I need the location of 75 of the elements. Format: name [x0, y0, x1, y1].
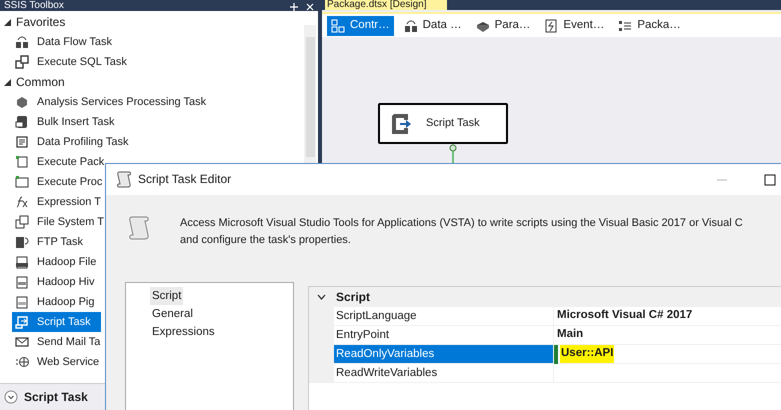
group-header[interactable]: Favorites — [16, 13, 66, 31]
toolbox-item[interactable]: Data Profiling Task — [12, 132, 129, 152]
task-icon — [15, 175, 29, 189]
task-icon — [15, 135, 29, 149]
property-value[interactable]: User::API — [560, 345, 614, 363]
toolbox-item[interactable]: FTP Task — [12, 232, 84, 252]
toolbox-item[interactable]: Bulk Insert Task — [12, 112, 114, 132]
maximize-icon — [764, 174, 776, 186]
task-icon — [15, 355, 29, 369]
toolbox-item[interactable]: Expression T — [12, 192, 101, 212]
task-icon — [15, 215, 29, 229]
toolbox-item[interactable]: Execute Proc — [12, 172, 102, 192]
toolbox-item[interactable]: Hadoop File — [12, 252, 96, 272]
task-node[interactable]: Script Task — [378, 103, 508, 144]
nav-item[interactable]: Expressions — [150, 323, 217, 341]
toolbox-item[interactable]: Web Service — [12, 352, 100, 372]
property-name[interactable]: ReadOnlyVariables — [334, 345, 553, 364]
tab-icon — [544, 18, 558, 32]
task-icon — [15, 315, 29, 329]
property-name[interactable]: ScriptLanguage — [334, 307, 553, 326]
group-header[interactable]: Common — [16, 73, 65, 91]
task-icon — [15, 235, 29, 249]
toolbox-item[interactable]: Script Task — [12, 312, 101, 332]
value-cell[interactable]: User::API — [553, 345, 781, 364]
designer-tab[interactable]: Event… — [540, 16, 608, 36]
value-cell[interactable]: Main — [553, 326, 781, 345]
tab-icon — [331, 18, 345, 32]
document-tab[interactable]: Package.dtsx [Design] — [325, 0, 446, 10]
toolbox-item[interactable]: Send Mail Ta — [12, 332, 100, 352]
designer-tab[interactable]: Packa… — [614, 16, 685, 36]
tab-icon — [618, 18, 632, 32]
toolbox-item[interactable]: Hadoop Pig — [12, 292, 94, 312]
toolbox-item[interactable]: Execute SQL Task — [12, 52, 127, 72]
property-name[interactable]: ReadWriteVariables — [334, 364, 553, 383]
scroll-icon — [116, 170, 132, 188]
task-icon — [15, 115, 29, 129]
toolbox-item[interactable]: Hadoop Hiv — [12, 272, 94, 292]
pin-icon — [290, 3, 298, 11]
scroll-icon — [128, 214, 150, 241]
nav-item[interactable]: General — [150, 305, 195, 323]
description-text: and configure the task's properties. — [180, 232, 352, 248]
task-icon — [15, 275, 29, 289]
scrollbar[interactable] — [304, 25, 316, 165]
task-icon — [15, 195, 29, 209]
toolbox-item[interactable]: Execute Pack — [12, 152, 104, 172]
task-icon — [15, 255, 29, 269]
task-icon — [15, 335, 29, 349]
task-icon — [15, 155, 29, 169]
category-header[interactable]: Script — [336, 288, 370, 306]
toolbox-item[interactable]: Data Flow Task — [12, 32, 112, 52]
footer-title: Script Task — [24, 389, 88, 406]
toolbox-item[interactable]: File System T — [12, 212, 104, 232]
designer-tab[interactable]: Data … — [400, 16, 466, 36]
selection-marker — [554, 344, 558, 364]
task-icon — [15, 35, 29, 49]
task-icon — [15, 95, 29, 109]
property-value[interactable]: Microsoft Visual C# 2017 — [556, 307, 694, 325]
toolbox-item[interactable]: Analysis Services Processing Task — [12, 92, 206, 112]
panel-title: SSIS Toolbox — [4, 1, 64, 11]
designer-tab[interactable]: Para… — [472, 16, 534, 36]
value-cell[interactable]: Microsoft Visual C# 2017 — [553, 307, 781, 326]
chevron-down-icon — [4, 390, 18, 404]
task-icon — [15, 55, 29, 69]
tab-icon — [404, 18, 418, 32]
value-cell[interactable] — [553, 364, 781, 383]
property-name[interactable]: EntryPoint — [334, 326, 553, 345]
description-text: Access Microsoft Visual Studio Tools for Applications (VSTA) to write scripts using the Visual Basic 2017 or Visual C — [180, 216, 743, 231]
task-icon — [15, 295, 29, 309]
close-icon — [306, 3, 314, 11]
connector-line — [449, 144, 457, 163]
scrollbar-thumb[interactable] — [306, 37, 314, 157]
property-value[interactable]: Main — [556, 326, 584, 344]
designer-tab[interactable]: Contr… — [327, 16, 394, 36]
dialog-title: Script Task Editor — [138, 171, 232, 188]
nav-item[interactable]: Script — [150, 287, 184, 305]
